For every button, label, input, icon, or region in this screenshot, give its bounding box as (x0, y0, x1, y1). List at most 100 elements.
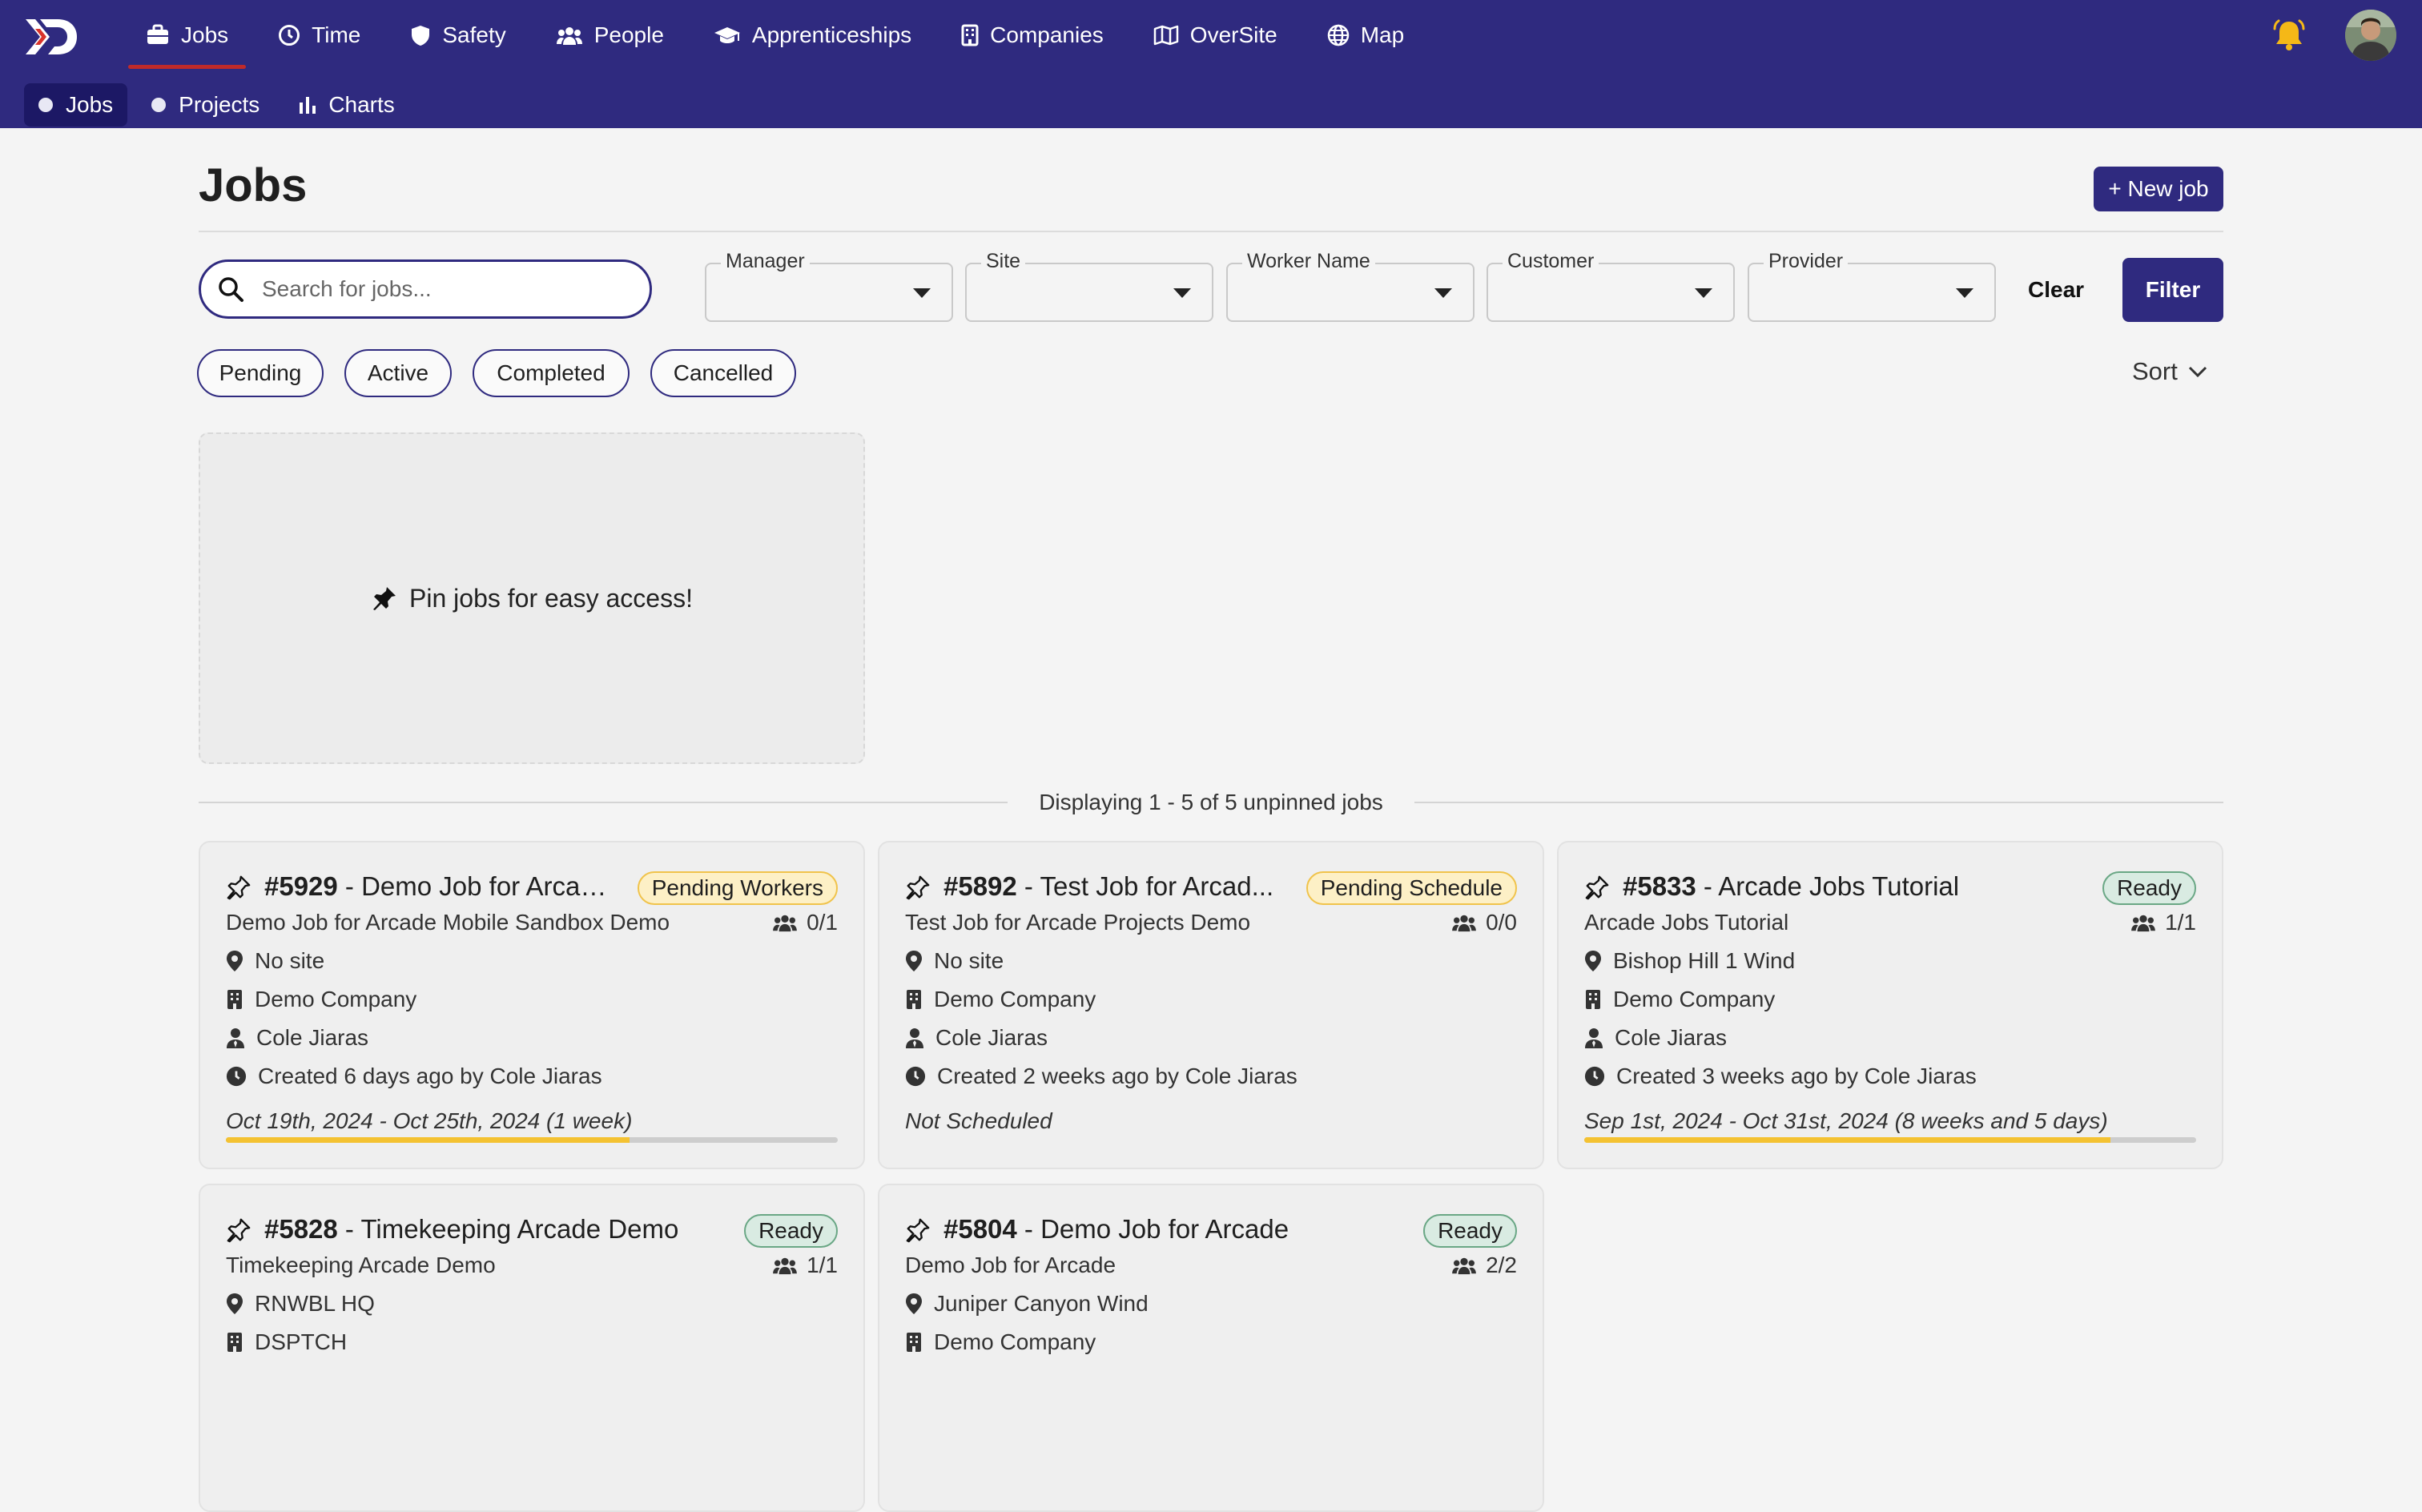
manager-dropdown[interactable]: Manager (705, 250, 953, 322)
people-icon (773, 1257, 797, 1275)
worker-count: 1/1 (771, 1253, 838, 1278)
nav-companies[interactable]: Companies (943, 0, 1121, 70)
people-icon (773, 915, 797, 932)
status-pending-pill[interactable]: Pending (197, 349, 324, 397)
nav-label: Jobs (181, 22, 229, 47)
job-dates: Sep 1st, 2024 - Oct 31st, 2024 (8 weeks … (1584, 1108, 2108, 1133)
status-badge: Pending Workers (637, 871, 838, 905)
pin-outline-icon[interactable] (1584, 875, 1610, 900)
nav-oversite[interactable]: OverSite (1136, 0, 1295, 70)
job-number: #5833 (1623, 871, 1696, 901)
provider-dropdown[interactable]: Provider (1748, 250, 1996, 322)
job-site: Bishop Hill 1 Wind (1613, 948, 1796, 973)
status-completed-pill[interactable]: Completed (473, 349, 630, 397)
job-card[interactable]: #5892 - Test Job for Arcad... Pending Sc… (878, 841, 1544, 1169)
building-icon (907, 1333, 921, 1352)
app-logo[interactable] (22, 14, 80, 59)
map-pin-icon (906, 1293, 922, 1314)
map-fold-icon (1153, 25, 1179, 46)
caret-down-icon (1695, 288, 1712, 298)
customer-dropdown[interactable]: Customer (1487, 250, 1735, 322)
pinned-jobs-area: Pin jobs for easy access! (199, 432, 865, 764)
sort-label: Sort (2132, 357, 2178, 385)
new-job-button[interactable]: + New job (2094, 167, 2223, 211)
map-pin-icon (1585, 951, 1601, 971)
dot-icon (38, 98, 53, 112)
chevron-down-icon (2188, 366, 2207, 378)
building-icon (227, 990, 242, 1009)
worker-count-text: 1/1 (2165, 910, 2196, 935)
job-created: Created 6 days ago by Cole Jiaras (258, 1064, 602, 1088)
list-divider: Displaying 1 - 5 of 5 unpinned jobs (199, 786, 2223, 818)
subnav-label: Jobs (66, 92, 114, 117)
job-title[interactable]: #5929 - Demo Job for Arcad... (264, 871, 617, 902)
nav-apprenticeships[interactable]: Apprenticeships (696, 0, 929, 70)
job-number: #5892 (943, 871, 1017, 901)
user-tie-icon (227, 1028, 244, 1048)
nav-people[interactable]: People (538, 0, 682, 70)
job-subtitle: Arcade Jobs Tutorial (1584, 910, 1789, 935)
subnav-projects[interactable]: Projects (137, 83, 274, 127)
nav-map[interactable]: Map (1310, 0, 1422, 70)
job-title[interactable]: #5828 - Timekeeping Arcade Demo (264, 1214, 713, 1245)
job-dates: Oct 19th, 2024 - Oct 25th, 2024 (1 week) (226, 1108, 633, 1133)
pin-outline-icon[interactable] (226, 875, 251, 900)
clear-button[interactable]: Clear (2018, 269, 2094, 311)
nav-label: OverSite (1189, 22, 1277, 47)
progress-fill (226, 1137, 630, 1143)
worker-count: 2/2 (1450, 1253, 1517, 1278)
building-icon (961, 24, 979, 46)
job-card[interactable]: #5804 - Demo Job for Arcade Ready Demo J… (878, 1184, 1544, 1512)
status-active-pill[interactable]: Active (344, 349, 452, 397)
list-summary: Displaying 1 - 5 of 5 unpinned jobs (1039, 790, 1383, 814)
search-icon (219, 277, 243, 302)
job-company-row: DSPTCH (226, 1329, 347, 1355)
avatar-photo (2345, 10, 2396, 61)
bell-icon[interactable] (2271, 18, 2307, 53)
pin-outline-icon[interactable] (905, 1217, 931, 1243)
job-card[interactable]: #5828 - Timekeeping Arcade Demo Ready Ti… (199, 1184, 865, 1512)
job-created: Created 2 weeks ago by Cole Jiaras (937, 1064, 1298, 1088)
site-dropdown[interactable]: Site (965, 250, 1213, 322)
job-manager: Cole Jiaras (256, 1025, 369, 1050)
job-number: #5929 (264, 871, 338, 901)
job-subtitle: Demo Job for Arcade (905, 1253, 1116, 1277)
sort-button[interactable]: Sort (2132, 357, 2208, 386)
people-icon (556, 27, 582, 45)
job-created-row: Created 2 weeks ago by Cole Jiaras (905, 1064, 1298, 1089)
subnav-jobs[interactable]: Jobs (24, 83, 128, 127)
status-cancelled-pill[interactable]: Cancelled (650, 349, 796, 397)
subnav-label: Projects (179, 92, 260, 117)
filter-button[interactable]: Filter (2122, 258, 2223, 322)
nav-time[interactable]: Time (260, 0, 378, 70)
clock-icon (279, 25, 300, 46)
job-site-row: Juniper Canyon Wind (905, 1291, 1149, 1317)
job-title[interactable]: #5892 - Test Job for Arcad... (943, 871, 1296, 902)
user-avatar[interactable] (2345, 10, 2396, 61)
pin-outline-icon[interactable] (226, 1217, 251, 1243)
job-subtitle: Demo Job for Arcade Mobile Sandbox Demo (226, 910, 670, 935)
job-title[interactable]: #5833 - Arcade Jobs Tutorial (1623, 871, 2071, 902)
job-company: Demo Company (1613, 987, 1776, 1011)
shield-icon (412, 26, 430, 46)
worker-count-text: 0/1 (807, 910, 838, 935)
pin-outline-icon[interactable] (905, 875, 931, 900)
search-input[interactable] (260, 275, 616, 303)
clock-icon (905, 1066, 926, 1087)
people-icon (1452, 915, 1476, 932)
nav-label: Safety (442, 22, 506, 47)
job-name: Arcade Jobs Tutorial (1718, 871, 1960, 901)
graduation-cap-icon (714, 27, 740, 43)
dropdown-label: Site (981, 250, 1026, 273)
job-title[interactable]: #5804 - Demo Job for Arcade (943, 1214, 1392, 1245)
subnav-charts[interactable]: Charts (284, 83, 408, 127)
job-card[interactable]: #5929 - Demo Job for Arcad... Pending Wo… (199, 841, 865, 1169)
job-site-row: Bishop Hill 1 Wind (1584, 948, 1795, 974)
job-card[interactable]: #5833 - Arcade Jobs Tutorial Ready Arcad… (1557, 841, 2223, 1169)
nav-jobs[interactable]: Jobs (128, 0, 247, 70)
job-company-row: Demo Company (905, 987, 1096, 1012)
job-subtitle: Test Job for Arcade Projects Demo (905, 910, 1251, 935)
nav-safety[interactable]: Safety (392, 0, 523, 70)
job-manager: Cole Jiaras (935, 1025, 1048, 1050)
worker-name-dropdown[interactable]: Worker Name (1226, 250, 1475, 322)
